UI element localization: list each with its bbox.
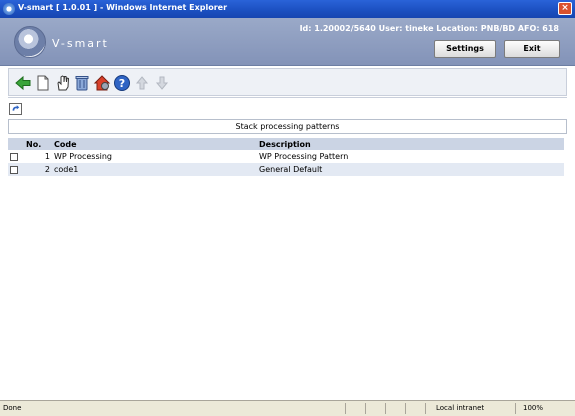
house-gear-icon[interactable] (93, 74, 111, 92)
status-bar: Done Local intranet 100% (0, 400, 575, 416)
table-header-row: No. Code Description (8, 138, 564, 150)
row-description[interactable]: WP Processing Pattern (257, 150, 564, 163)
vsmart-logo (14, 26, 46, 58)
patterns-table: No. Code Description 1 WP Processing WP … (8, 138, 564, 176)
row-checkbox[interactable] (10, 152, 18, 161)
toolbar-divider (8, 97, 567, 98)
arrow-down-icon[interactable] (153, 74, 171, 92)
window-titlebar: V-smart [ 1.0.01 ] - Windows Internet Ex… (0, 0, 575, 18)
row-code[interactable]: code1 (52, 163, 257, 176)
trash-icon[interactable] (73, 74, 91, 92)
hand-select-icon[interactable] (54, 74, 72, 92)
exit-button[interactable]: Exit (504, 40, 560, 58)
status-divider (345, 403, 346, 414)
arrow-up-icon[interactable] (133, 74, 151, 92)
zoom-level[interactable]: 100% (523, 404, 543, 412)
table-row[interactable]: 2 code1 General Default (8, 163, 564, 176)
settings-button[interactable]: Settings (434, 40, 496, 58)
row-description[interactable]: General Default (257, 163, 564, 176)
row-checkbox-cell (8, 150, 24, 163)
refresh-icon[interactable] (9, 103, 22, 115)
status-divider (515, 403, 516, 414)
session-info: Id: 1.20002/5640 User: tineke Location: … (299, 24, 559, 33)
action-toolbar: ? (8, 68, 567, 96)
brand-name: V-smart (52, 37, 109, 50)
status-divider (365, 403, 366, 414)
security-zone: Local intranet (436, 404, 485, 412)
table-row[interactable]: 1 WP Processing WP Processing Pattern (8, 150, 564, 163)
app-header: V-smart Id: 1.20002/5640 User: tineke Lo… (0, 18, 575, 66)
row-no: 1 (24, 150, 52, 163)
status-text: Done (3, 404, 22, 412)
section-title: Stack processing patterns (8, 119, 567, 134)
back-arrow-icon[interactable] (14, 74, 32, 92)
status-divider (405, 403, 406, 414)
code-column-header: Code (52, 138, 257, 150)
row-checkbox[interactable] (10, 165, 18, 174)
status-divider (425, 403, 426, 414)
row-code[interactable]: WP Processing (52, 150, 257, 163)
help-icon[interactable]: ? (113, 74, 131, 92)
description-column-header: Description (257, 138, 564, 150)
svg-text:?: ? (119, 77, 125, 90)
close-window-button[interactable]: × (558, 2, 572, 15)
no-column-header: No. (24, 138, 52, 150)
select-column-header (8, 138, 24, 150)
row-checkbox-cell (8, 163, 24, 176)
status-divider (385, 403, 386, 414)
new-document-icon[interactable] (34, 74, 52, 92)
browser-icon (3, 3, 15, 15)
row-no: 2 (24, 163, 52, 176)
window-title: V-smart [ 1.0.01 ] - Windows Internet Ex… (18, 3, 228, 12)
